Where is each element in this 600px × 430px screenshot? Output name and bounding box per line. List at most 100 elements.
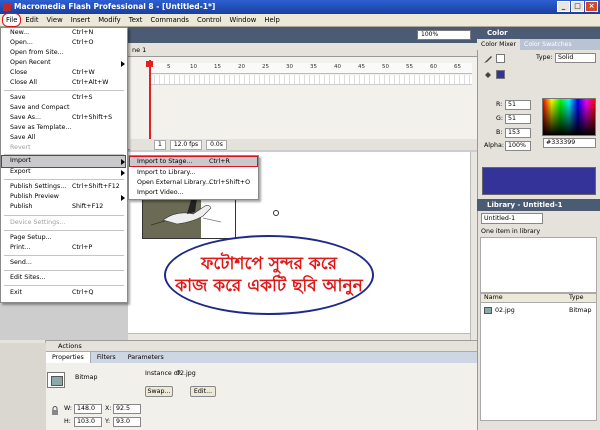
menu-insert[interactable]: Insert xyxy=(67,14,95,26)
submenu-arrow-icon xyxy=(121,61,125,67)
menu-text[interactable]: Text xyxy=(125,14,147,26)
submenu-arrow-icon xyxy=(121,195,125,201)
hex-color-field[interactable]: #333399 xyxy=(543,138,596,148)
fill-color-swatch[interactable] xyxy=(496,70,505,79)
blue-field[interactable]: 153 xyxy=(505,128,531,138)
color-panel-header[interactable]: Color xyxy=(477,27,600,39)
tab-filters[interactable]: Filters xyxy=(91,352,122,363)
menu-item-print[interactable]: Print... xyxy=(10,243,31,253)
menu-item-open-external-library[interactable]: Open External Library... xyxy=(137,178,211,188)
stroke-color-swatch[interactable] xyxy=(496,54,505,63)
swap-button[interactable]: Swap... xyxy=(145,386,173,397)
frame-number: 30 xyxy=(286,64,293,70)
menu-help[interactable]: Help xyxy=(260,14,284,26)
menu-item-device-settings: Device Settings... xyxy=(10,219,66,226)
zoom-select[interactable]: 100% xyxy=(417,30,471,40)
stage-horizontal-scrollbar[interactable] xyxy=(128,333,470,340)
menu-item-send[interactable]: Send... xyxy=(10,258,32,268)
tab-properties[interactable]: Properties xyxy=(46,352,91,363)
shortcut-publish: Shift+F12 xyxy=(72,203,104,210)
actions-panel-header[interactable]: Actions xyxy=(46,341,477,352)
shortcut-publish-settings: Ctrl+Shift+F12 xyxy=(72,183,120,190)
menu-item-open-from-site[interactable]: Open from Site... xyxy=(10,48,64,58)
menu-edit[interactable]: Edit xyxy=(21,14,42,26)
column-type[interactable]: Type xyxy=(569,294,583,302)
layer-frames-row[interactable] xyxy=(150,75,472,85)
properties-panel xyxy=(46,363,477,430)
frame-number: 35 xyxy=(310,64,317,70)
shortcut-print: Ctrl+P xyxy=(72,244,93,251)
frame-number: 15 xyxy=(214,64,221,70)
menu-item-save[interactable]: Save xyxy=(10,93,25,103)
menu-item-save-as-template[interactable]: Save as Template... xyxy=(10,123,71,133)
menu-item-import[interactable]: Import xyxy=(10,156,31,166)
lock-icon[interactable] xyxy=(51,406,59,416)
x-field[interactable]: 92.5 xyxy=(113,404,141,414)
frame-rate[interactable]: 12.0 fps xyxy=(169,139,203,150)
menu-item-publish-preview[interactable]: Publish Preview xyxy=(10,192,59,202)
y-label: Y: xyxy=(105,418,111,425)
instruction-callout: ফটোশপে সুন্দর করে কাজ করে একটি ছবি আনুন xyxy=(164,235,374,315)
tab-parameters[interactable]: Parameters xyxy=(122,352,170,363)
paint-bucket-icon[interactable] xyxy=(483,70,493,80)
tab-color-swatches[interactable]: Color Swatches xyxy=(520,39,576,50)
menu-control[interactable]: Control xyxy=(193,14,226,26)
green-field[interactable]: 51 xyxy=(505,114,531,124)
maximize-button[interactable]: □ xyxy=(571,1,584,12)
scene-label[interactable]: ne 1 xyxy=(132,46,146,54)
edit-button[interactable]: Edit... xyxy=(190,386,216,397)
menu-file[interactable]: File xyxy=(2,13,22,27)
menu-commands[interactable]: Commands xyxy=(146,14,192,26)
tab-color-mixer[interactable]: Color Mixer xyxy=(477,39,521,50)
menu-item-save-all[interactable]: Save All xyxy=(10,133,35,143)
menu-separator xyxy=(4,215,124,216)
width-field[interactable]: 148.0 xyxy=(74,404,102,414)
shortcut-close-all: Ctrl+Alt+W xyxy=(72,79,109,86)
close-button[interactable]: × xyxy=(585,1,598,12)
library-document-select[interactable]: Untitled-1 xyxy=(481,213,543,224)
shortcut-import-to-stage: Ctrl+R xyxy=(209,158,230,165)
menu-item-publish-settings[interactable]: Publish Settings... xyxy=(10,182,66,192)
menu-item-exit[interactable]: Exit xyxy=(10,288,22,298)
pencil-stroke-icon[interactable] xyxy=(483,54,493,64)
height-field[interactable]: 103.0 xyxy=(74,417,102,427)
menu-item-open[interactable]: Open... xyxy=(10,38,33,48)
alpha-field[interactable]: 100% xyxy=(505,141,531,151)
menu-item-export[interactable]: Export xyxy=(10,167,31,177)
color-spectrum-picker[interactable] xyxy=(542,98,596,136)
properties-tabs: Properties Filters Parameters xyxy=(46,352,477,363)
menu-item-import-to-library[interactable]: Import to Library... xyxy=(137,168,195,178)
menu-item-save-as[interactable]: Save As... xyxy=(10,113,41,123)
current-frame: 1 xyxy=(154,139,166,150)
y-field[interactable]: 93.0 xyxy=(113,417,141,427)
flash-app-icon xyxy=(3,3,11,11)
stage-vertical-scrollbar[interactable] xyxy=(470,152,477,340)
library-row[interactable]: 02.jpg Bitmap xyxy=(483,306,595,316)
shortcut-open-external-library: Ctrl+Shift+O xyxy=(209,179,251,186)
menu-item-close[interactable]: Close xyxy=(10,68,27,78)
menu-item-save-and-compact[interactable]: Save and Compact xyxy=(10,103,69,113)
menu-modify[interactable]: Modify xyxy=(94,14,125,26)
menu-item-open-recent[interactable]: Open Recent xyxy=(10,58,51,68)
playhead[interactable] xyxy=(149,60,151,148)
width-label: W: xyxy=(64,405,72,412)
menu-item-new[interactable]: New... xyxy=(10,28,29,38)
menu-item-import-to-stage[interactable]: Import to Stage... xyxy=(137,157,192,167)
fill-type-select[interactable]: Solid xyxy=(555,53,596,63)
menu-item-edit-sites[interactable]: Edit Sites... xyxy=(10,273,46,283)
properties-left-gutter xyxy=(0,343,46,430)
red-label: R: xyxy=(496,101,503,108)
menu-item-page-setup[interactable]: Page Setup... xyxy=(10,233,52,243)
library-panel-header[interactable]: Library - Untitled-1 xyxy=(477,199,600,211)
menu-item-import-video[interactable]: Import Video... xyxy=(137,188,183,198)
column-name[interactable]: Name xyxy=(484,294,503,302)
shortcut-save-as: Ctrl+Shift+S xyxy=(72,114,113,121)
menu-window[interactable]: Window xyxy=(226,14,261,26)
playhead-handle[interactable] xyxy=(146,61,153,67)
menu-item-close-all[interactable]: Close All xyxy=(10,78,37,88)
menu-view[interactable]: View xyxy=(43,14,67,26)
registration-point-icon xyxy=(273,210,279,216)
minimize-button[interactable]: _ xyxy=(557,1,570,12)
red-field[interactable]: 51 xyxy=(505,100,531,110)
menu-item-publish[interactable]: Publish xyxy=(10,202,32,212)
